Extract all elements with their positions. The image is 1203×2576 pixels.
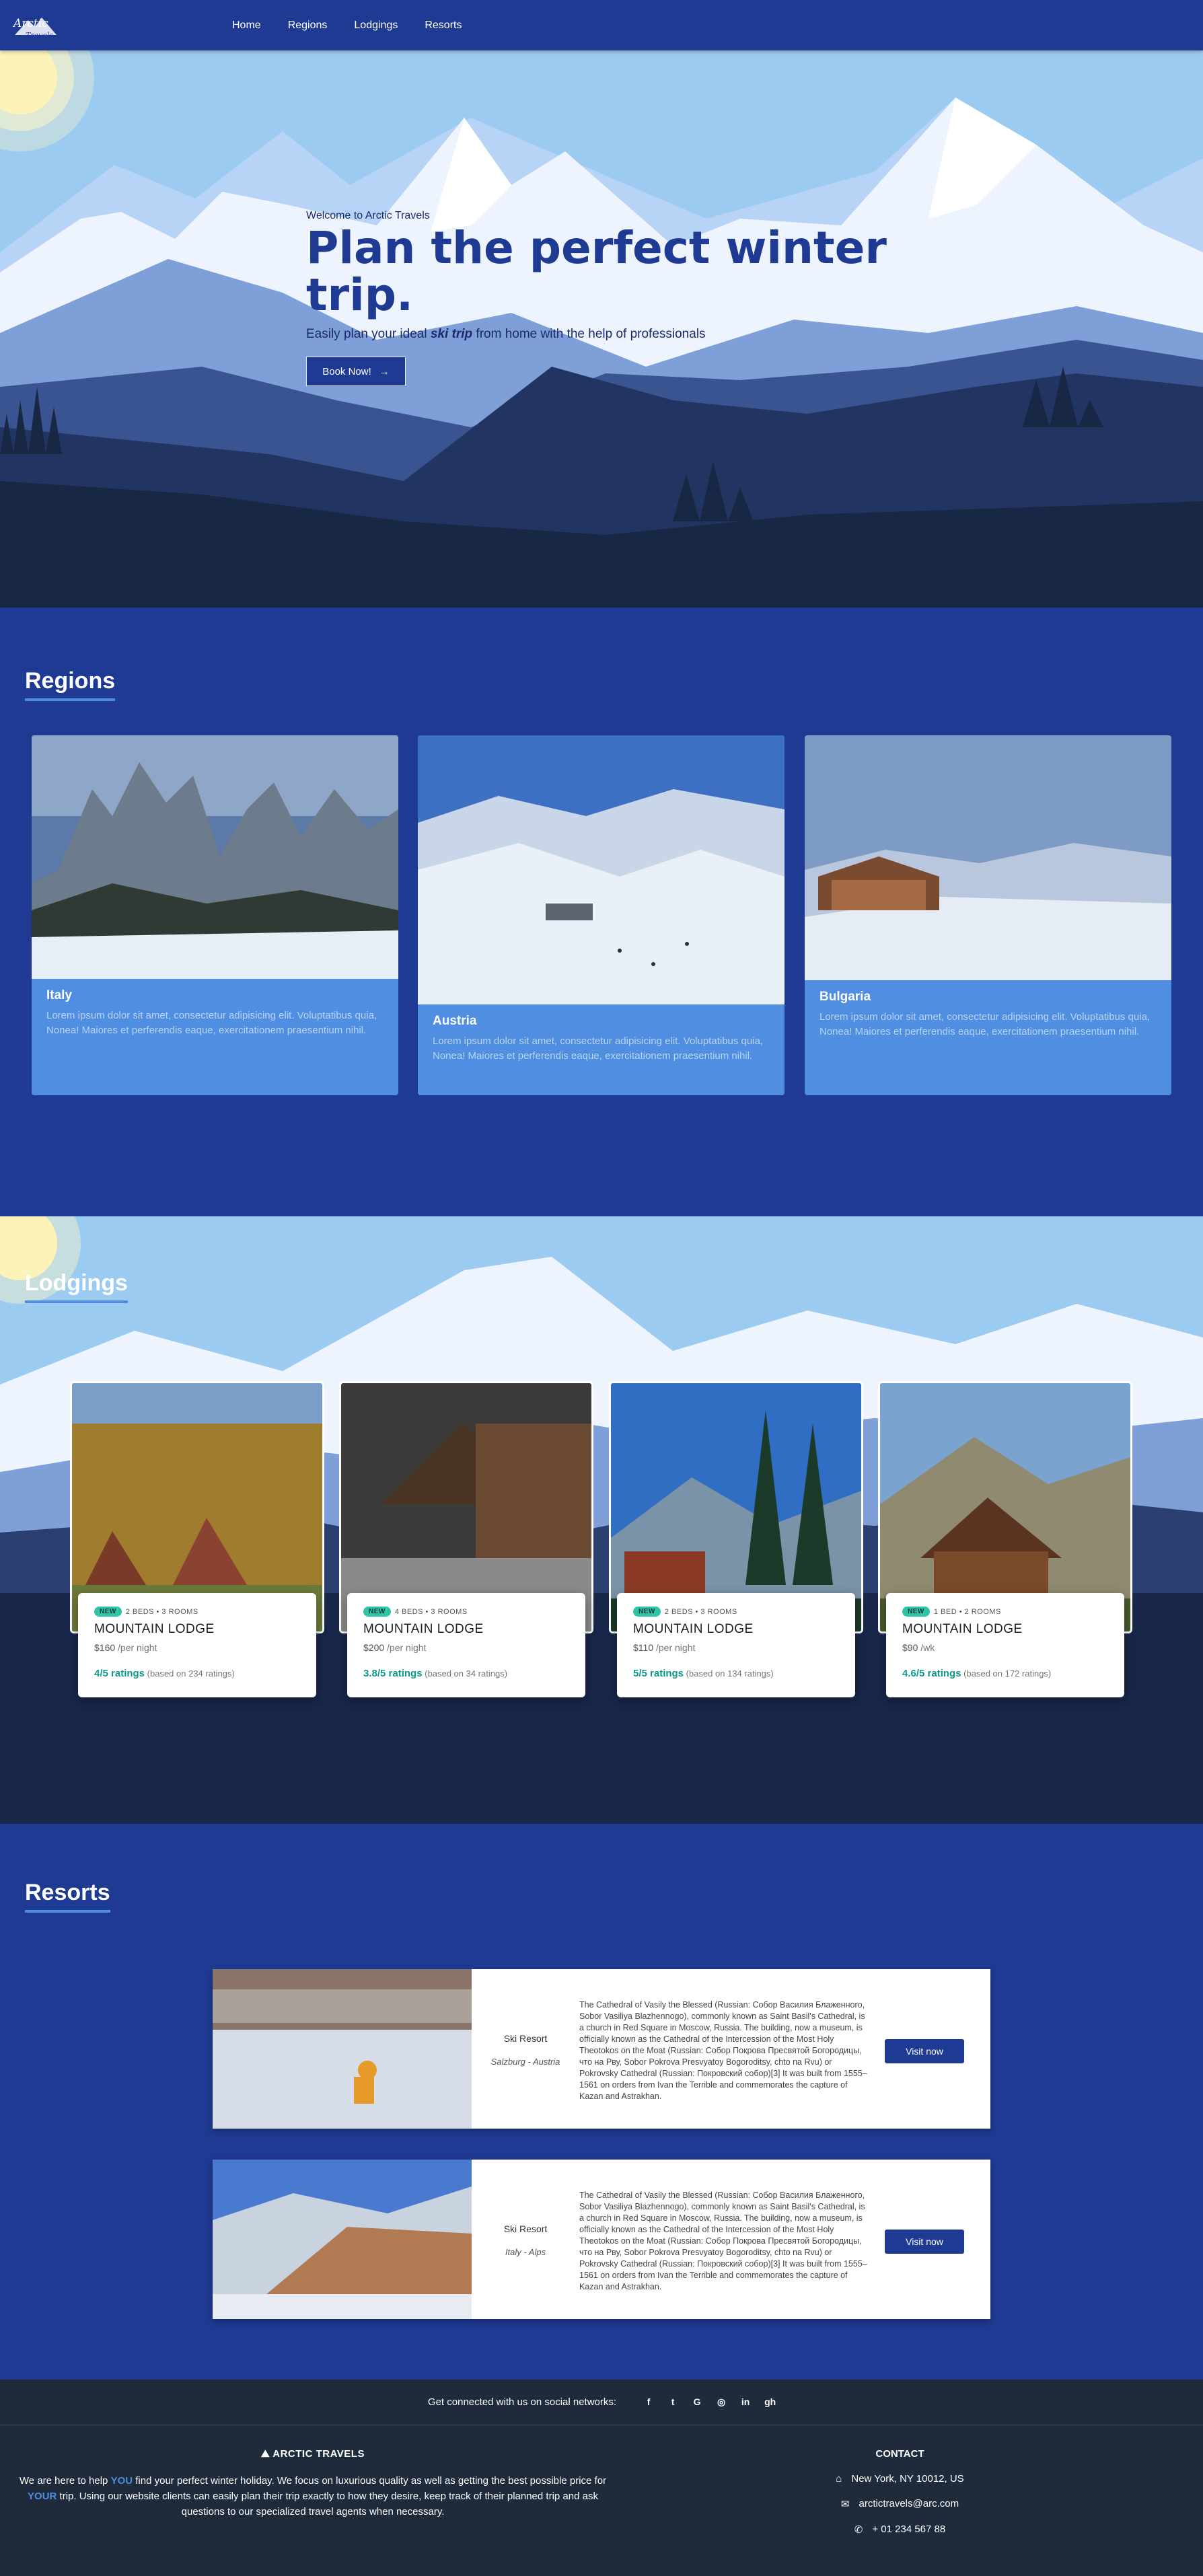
phone-icon: ✆ bbox=[854, 2524, 863, 2536]
nav-regions[interactable]: Regions bbox=[288, 20, 328, 32]
visit-now-button[interactable]: Visit now bbox=[885, 2230, 964, 2254]
nav-resorts[interactable]: Resorts bbox=[425, 20, 462, 32]
google-icon[interactable]: G bbox=[692, 2396, 702, 2408]
resort-row: Ski Resort Italy - Alps The Cathedral of… bbox=[213, 2160, 990, 2319]
lodge-meta: 2 BEDS • 3 ROOMS bbox=[125, 1607, 198, 1616]
lodge-card[interactable]: NEW 4 BEDS • 3 ROOMS MOUNTAIN LODGE $200 … bbox=[339, 1381, 593, 1697]
lodge-meta: 1 BED • 2 ROOMS bbox=[933, 1607, 1001, 1616]
regions-title: Regions bbox=[25, 668, 116, 701]
footer: Get connected with us on social networks… bbox=[0, 2380, 1203, 2576]
region-card-italy[interactable]: Italy Lorem ipsum dolor sit amet, consec… bbox=[32, 735, 398, 1095]
region-name: Italy bbox=[46, 988, 73, 1002]
region-body: Bulgaria Lorem ipsum dolor sit amet, con… bbox=[805, 980, 1171, 1049]
lodgings-section: Lodgings NEW 2 BEDS • 3 ROOMS MOUNTAIN LO… bbox=[0, 1216, 1203, 1824]
resort-description: The Cathedral of Vasily the Blessed (Rus… bbox=[579, 2000, 867, 2101]
lodge-rating: 4/5 ratings (based on 234 ratings) bbox=[94, 1668, 235, 1679]
social-bar: Get connected with us on social networks… bbox=[0, 2380, 1203, 2425]
navbar: Arctic Travels Home Regions Lodgings Res… bbox=[0, 0, 1203, 50]
region-card-bulgaria[interactable]: Bulgaria Lorem ipsum dolor sit amet, con… bbox=[805, 735, 1171, 1095]
resort-location: Italy - Alps bbox=[505, 2247, 546, 2257]
resort-description: The Cathedral of Vasily the Blessed (Rus… bbox=[579, 2191, 867, 2291]
lodge-rating: 3.8/5 ratings (based on 34 ratings) bbox=[363, 1668, 508, 1679]
envelope-icon: ✉ bbox=[840, 2499, 850, 2510]
region-desc: Lorem ipsum dolor sit amet, consectetur … bbox=[46, 1010, 377, 1036]
lodge-price: $200 /per night bbox=[363, 1642, 427, 1653]
book-now-button[interactable]: Book Now! → bbox=[306, 357, 406, 386]
region-photo-italy bbox=[32, 735, 398, 979]
lodge-title: MOUNTAIN LODGE bbox=[633, 1622, 754, 1636]
region-desc: Lorem ipsum dolor sit amet, consectetur … bbox=[819, 1011, 1151, 1037]
social-icons: f t G ◎ in gh bbox=[643, 2396, 776, 2408]
resort-type: Ski Resort bbox=[503, 2223, 548, 2234]
about-text: We are here to help YOU find your perfec… bbox=[19, 2475, 607, 2517]
lodge-info: NEW 4 BEDS • 3 ROOMS MOUNTAIN LODGE $200 … bbox=[347, 1593, 585, 1697]
lodge-card[interactable]: NEW 1 BED • 2 ROOMS MOUNTAIN LODGE $90 /w… bbox=[878, 1381, 1132, 1697]
contact-address: ⌂ New York, NY 10012, US bbox=[836, 2473, 964, 2485]
github-icon[interactable]: gh bbox=[764, 2396, 776, 2408]
lodge-rating: 4.6/5 ratings (based on 172 ratings) bbox=[902, 1668, 1052, 1679]
footer-contact: CONTACT ⌂ New York, NY 10012, US ✉ arctict… bbox=[807, 2448, 992, 2536]
hero-welcome: Welcome to Arctic Travels bbox=[306, 210, 430, 221]
badge-new: NEW bbox=[633, 1607, 661, 1617]
badge-new: NEW bbox=[902, 1607, 930, 1617]
lodge-meta: 4 BEDS • 3 ROOMS bbox=[394, 1607, 468, 1616]
region-name: Bulgaria bbox=[819, 990, 871, 1004]
linkedin-icon[interactable]: in bbox=[740, 2396, 751, 2408]
hero-section: Welcome to Arctic Travels Plan the perfe… bbox=[0, 50, 1203, 608]
badge-new: NEW bbox=[363, 1607, 391, 1617]
lodge-info: NEW 2 BEDS • 3 ROOMS MOUNTAIN LODGE $160 … bbox=[78, 1593, 316, 1697]
lodge-title: MOUNTAIN LODGE bbox=[94, 1622, 215, 1636]
facebook-icon[interactable]: f bbox=[643, 2396, 654, 2408]
lodge-title: MOUNTAIN LODGE bbox=[902, 1622, 1023, 1636]
contact-phone: ✆ + 01 234 567 88 bbox=[854, 2524, 946, 2536]
region-photo-austria bbox=[418, 735, 785, 1004]
svg-text:Arctic: Arctic bbox=[12, 17, 48, 30]
resorts-section: Resorts Ski Resort Salzburg - Austria Th… bbox=[0, 1824, 1203, 2380]
home-icon: ⌂ bbox=[836, 2473, 842, 2485]
region-body: Austria Lorem ipsum dolor sit amet, cons… bbox=[418, 1004, 785, 1073]
lodge-price: $110 /per night bbox=[633, 1642, 696, 1653]
lodgings-title: Lodgings bbox=[25, 1270, 128, 1303]
region-body: Italy Lorem ipsum dolor sit amet, consec… bbox=[32, 979, 398, 1047]
resort-type: Ski Resort bbox=[503, 2033, 548, 2044]
lodge-card[interactable]: NEW 2 BEDS • 3 ROOMS MOUNTAIN LODGE $160 … bbox=[70, 1381, 324, 1697]
resort-row: Ski Resort Salzburg - Austria The Cathed… bbox=[213, 1969, 990, 2129]
lodge-info: NEW 1 BED • 2 ROOMS MOUNTAIN LODGE $90 /w… bbox=[886, 1593, 1124, 1697]
region-name: Austria bbox=[433, 1014, 477, 1028]
about-title: ⛰ ARCTIC TRAVELS bbox=[261, 2448, 365, 2460]
region-desc: Lorem ipsum dolor sit amet, consectetur … bbox=[433, 1035, 764, 1062]
resort-photo bbox=[213, 2160, 472, 2319]
region-card-austria[interactable]: Austria Lorem ipsum dolor sit amet, cons… bbox=[418, 735, 785, 1095]
region-photo-bulgaria bbox=[805, 735, 1171, 980]
visit-now-button[interactable]: Visit now bbox=[885, 2039, 964, 2063]
resorts-title: Resorts bbox=[25, 1880, 110, 1913]
hero-text: Welcome to Arctic Travels Plan the perfe… bbox=[306, 210, 912, 386]
lodge-title: MOUNTAIN LODGE bbox=[363, 1622, 484, 1636]
svg-text:Travels: Travels bbox=[26, 31, 53, 40]
nav-lodgings[interactable]: Lodgings bbox=[354, 20, 398, 32]
lodge-meta: 2 BEDS • 3 ROOMS bbox=[664, 1607, 737, 1616]
lodge-price: $90 /wk bbox=[902, 1642, 935, 1653]
nav-links: Home Regions Lodgings Resorts bbox=[232, 0, 462, 50]
lodge-price: $160 /per night bbox=[94, 1642, 157, 1653]
mountain-icon: ⛰ bbox=[261, 2448, 270, 2460]
lodge-card[interactable]: NEW 2 BEDS • 3 ROOMS MOUNTAIN LODGE $110 … bbox=[609, 1381, 863, 1697]
logo[interactable]: Arctic Travels bbox=[11, 9, 63, 40]
arrow-right-icon: → bbox=[379, 365, 390, 377]
resort-location: Salzburg - Austria bbox=[490, 2057, 560, 2067]
resort-photo bbox=[213, 1969, 472, 2129]
contact-email[interactable]: ✉ arctictravels@arc.com bbox=[807, 2498, 992, 2510]
badge-new: NEW bbox=[94, 1607, 122, 1617]
instagram-icon[interactable]: ◎ bbox=[716, 2396, 727, 2408]
social-label: Get connected with us on social networks… bbox=[427, 2396, 617, 2408]
hero-title: Plan the perfect winter trip. bbox=[306, 222, 887, 321]
twitter-icon[interactable]: t bbox=[667, 2396, 678, 2408]
regions-section: Regions Italy Lorem ipsum dolor sit amet… bbox=[0, 608, 1203, 1216]
nav-home[interactable]: Home bbox=[232, 20, 261, 32]
lodge-rating: 5/5 ratings (based on 134 ratings) bbox=[633, 1668, 774, 1679]
footer-about: ⛰ ARCTIC TRAVELS We are here to help YOU… bbox=[0, 2448, 626, 2519]
lodge-info: NEW 2 BEDS • 3 ROOMS MOUNTAIN LODGE $110 … bbox=[617, 1593, 855, 1697]
hero-subtitle: Easily plan your ideal ski trip from hom… bbox=[306, 327, 706, 341]
contact-title: CONTACT bbox=[875, 2448, 924, 2460]
